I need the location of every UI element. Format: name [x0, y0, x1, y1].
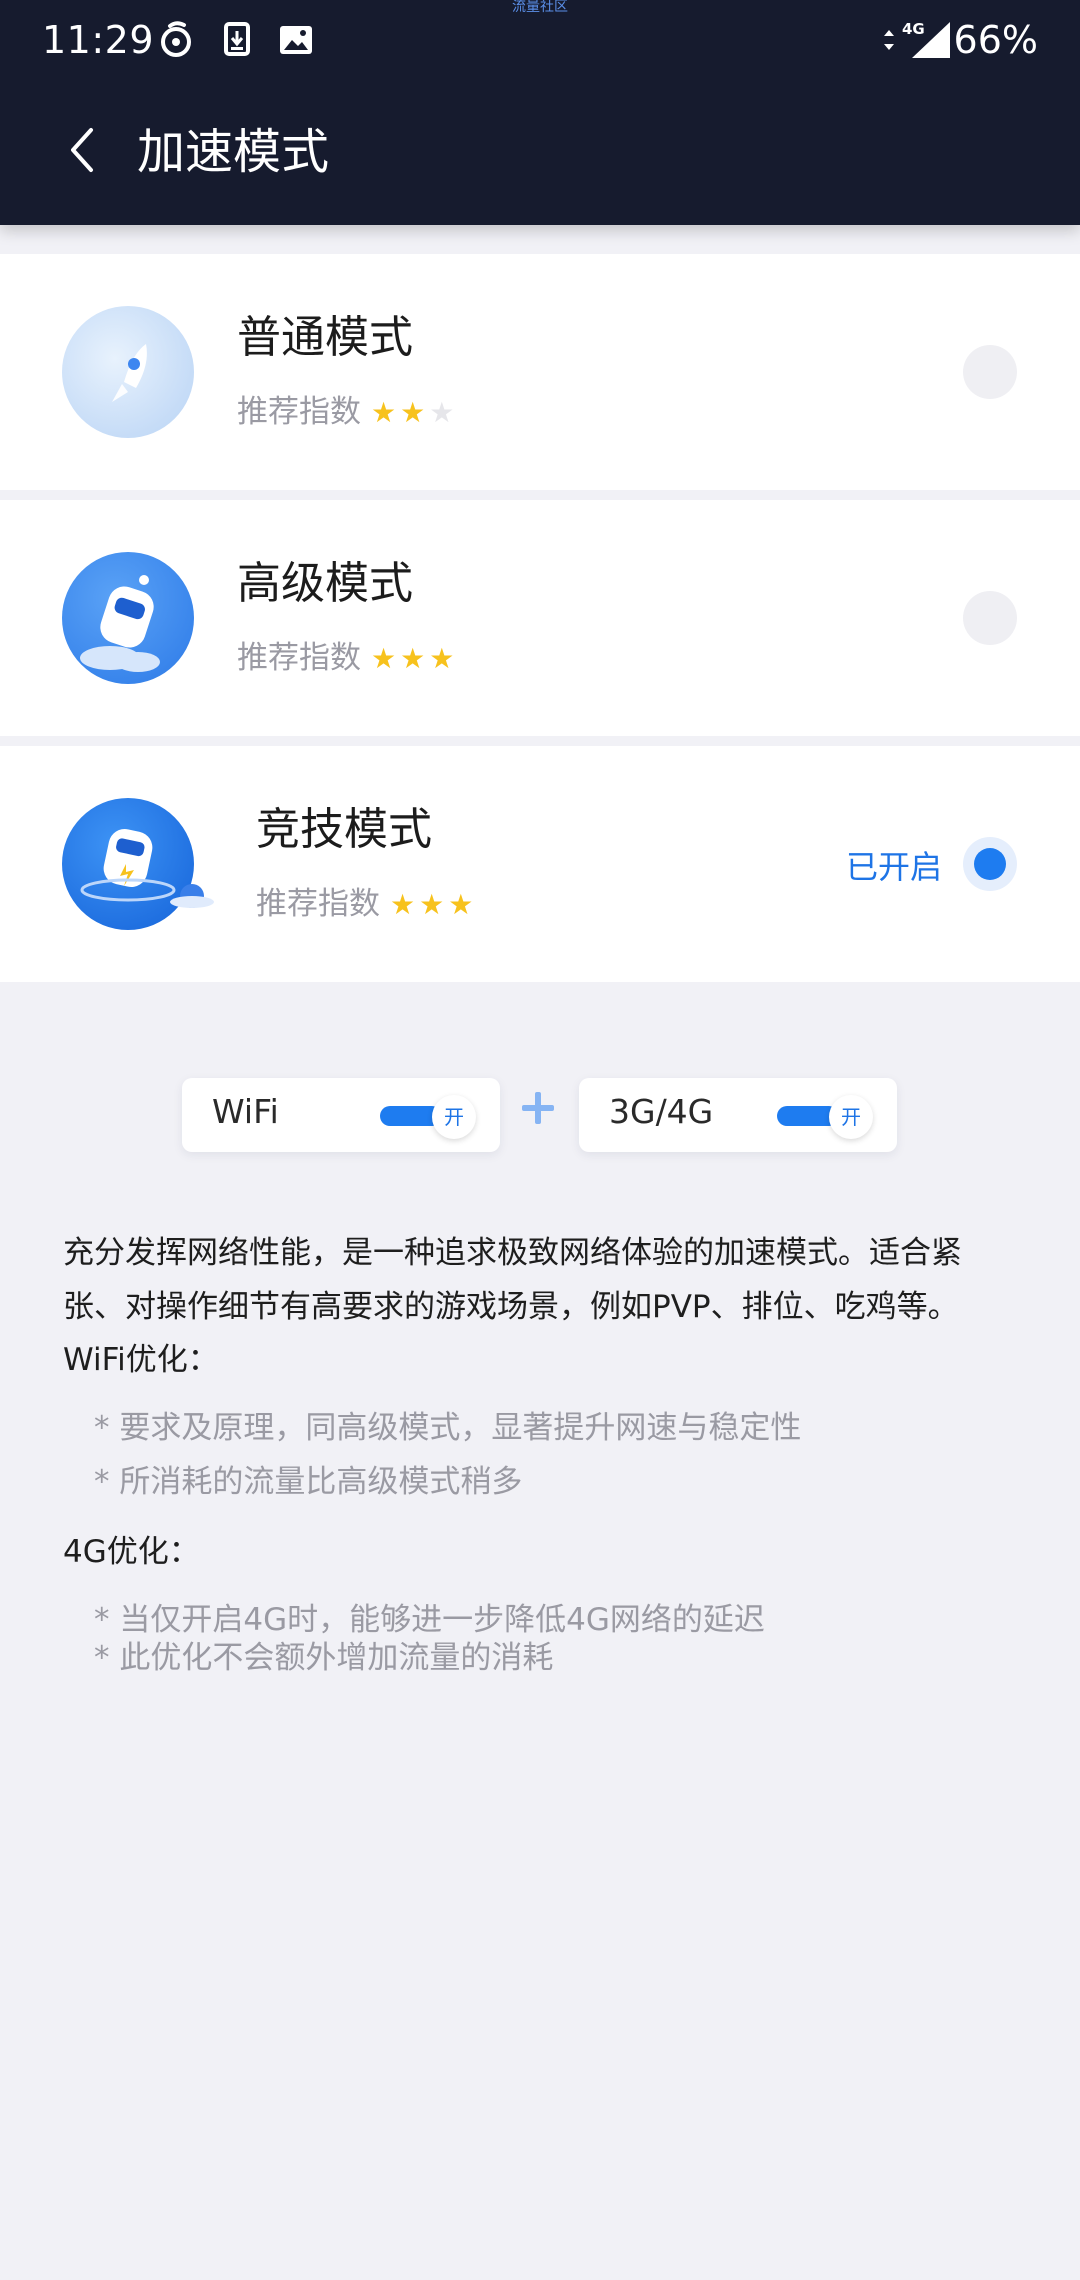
mode-name: 竞技模式: [256, 804, 432, 855]
toggle-knob: 开: [432, 1095, 476, 1139]
rocket-icon: [62, 306, 194, 438]
mode-rating: 推荐指数 ★★★: [256, 884, 477, 925]
signal-icon: [908, 20, 952, 64]
mode-description: 充分发挥网络性能，是一种追求极致网络体验的加速模式。适合紧张、对操作细节有高要求…: [63, 1235, 962, 1325]
star-icon: ★: [390, 888, 420, 921]
page-title: 加速模式: [137, 124, 330, 180]
robot-planet-icon: [62, 798, 214, 930]
star-rating: ★★★: [371, 393, 458, 433]
chevron-left-icon: [67, 126, 97, 178]
wifi-optimization-item: * 要求及原理，同高级模式，显著提升网速与稳定性: [94, 1410, 802, 1446]
mode-name: 普通模式: [237, 312, 413, 363]
wifi-toggle[interactable]: 开: [380, 1095, 476, 1139]
data-arrows-icon: [882, 22, 896, 62]
mode-radio[interactable]: [963, 837, 1017, 891]
4g-optimization-heading: 4G优化：: [63, 1534, 200, 1570]
wifi-optimization-heading: WiFi优化：: [63, 1342, 219, 1378]
4g-optimization-item: * 此优化不会额外增加流量的消耗: [94, 1640, 554, 1676]
back-button[interactable]: [52, 122, 112, 182]
app-header: 流量社区 11:29 4G 66% 加速模式: [0, 0, 1080, 225]
cellular-toggle-card: 3G/4G 开: [579, 1078, 897, 1152]
plus-icon: [522, 1092, 554, 1124]
mode-radio[interactable]: [963, 345, 1017, 399]
wifi-toggle-card: WiFi 开: [182, 1078, 500, 1152]
mode-card-competitive[interactable]: 竞技模式 推荐指数 ★★★ 已开启: [0, 746, 1080, 982]
cellular-toggle[interactable]: 开: [777, 1095, 873, 1139]
image-icon: [278, 20, 314, 64]
mode-name: 高级模式: [237, 558, 413, 609]
rating-label: 推荐指数: [237, 640, 361, 676]
star-rating: ★★★: [390, 885, 477, 925]
status-time: 11:29: [42, 18, 155, 62]
star-icon: ★: [400, 642, 430, 675]
mode-rating: 推荐指数 ★★★: [237, 638, 458, 679]
mode-radio[interactable]: [963, 591, 1017, 645]
star-rating: ★★★: [371, 639, 458, 679]
star-icon: ★: [400, 396, 430, 429]
nav-bar: 加速模式: [0, 100, 1080, 210]
download-icon: [224, 20, 250, 64]
toggle-knob: 开: [829, 1095, 873, 1139]
star-icon: ★: [429, 642, 459, 675]
star-icon: ★: [448, 888, 478, 921]
netease-music-icon: [158, 20, 194, 64]
wifi-label: WiFi: [212, 1092, 279, 1131]
4g-optimization-item: * 当仅开启4G时，能够进一步降低4G网络的延迟: [94, 1602, 765, 1638]
mode-rating: 推荐指数 ★★★: [237, 392, 458, 433]
rating-label: 推荐指数: [237, 394, 361, 430]
mode-card-advanced[interactable]: 高级模式 推荐指数 ★★★: [0, 500, 1080, 736]
robot-rocket-icon: [62, 552, 194, 684]
mode-card-normal[interactable]: 普通模式 推荐指数 ★★★: [0, 254, 1080, 490]
wifi-optimization-item: * 所消耗的流量比高级模式稍多: [94, 1464, 523, 1500]
battery-percent: 66%: [953, 18, 1038, 62]
rating-label: 推荐指数: [256, 886, 380, 922]
status-bar: 11:29 4G 66%: [0, 0, 1080, 80]
star-icon: ★: [429, 396, 459, 429]
enabled-status-label: 已开启: [845, 848, 942, 886]
cellular-label: 3G/4G: [609, 1092, 714, 1131]
star-icon: ★: [419, 888, 449, 921]
star-icon: ★: [371, 642, 401, 675]
star-icon: ★: [371, 396, 401, 429]
